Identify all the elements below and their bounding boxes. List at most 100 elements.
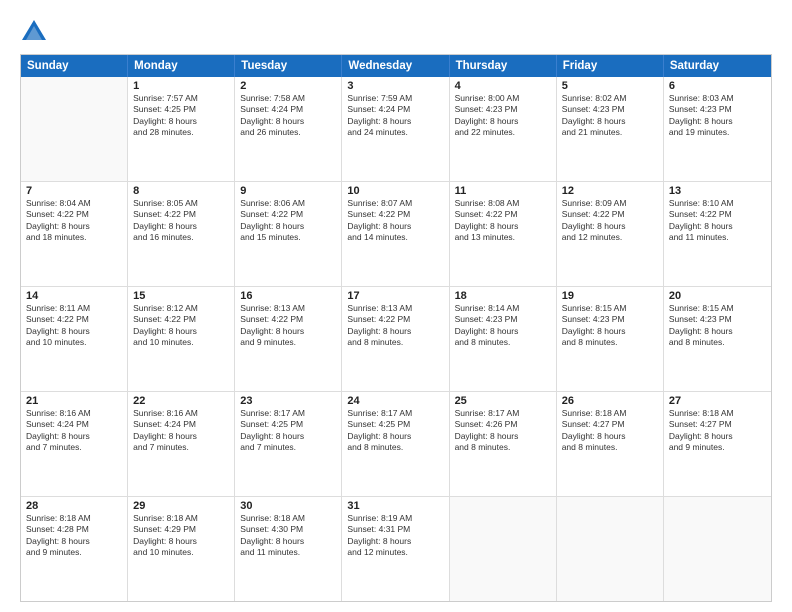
- day-info: Sunrise: 8:11 AMSunset: 4:22 PMDaylight:…: [26, 303, 122, 349]
- day-number: 6: [669, 80, 766, 92]
- calendar-row: 21Sunrise: 8:16 AMSunset: 4:24 PMDayligh…: [21, 391, 771, 496]
- header-cell-tuesday: Tuesday: [235, 55, 342, 77]
- calendar-cell: 31Sunrise: 8:19 AMSunset: 4:31 PMDayligh…: [342, 497, 449, 601]
- calendar-cell: 30Sunrise: 8:18 AMSunset: 4:30 PMDayligh…: [235, 497, 342, 601]
- calendar-cell: 11Sunrise: 8:08 AMSunset: 4:22 PMDayligh…: [450, 182, 557, 286]
- day-number: 14: [26, 290, 122, 302]
- day-info: Sunrise: 8:10 AMSunset: 4:22 PMDaylight:…: [669, 198, 766, 244]
- calendar-cell: 12Sunrise: 8:09 AMSunset: 4:22 PMDayligh…: [557, 182, 664, 286]
- header-cell-friday: Friday: [557, 55, 664, 77]
- header-cell-thursday: Thursday: [450, 55, 557, 77]
- calendar-cell: 22Sunrise: 8:16 AMSunset: 4:24 PMDayligh…: [128, 392, 235, 496]
- calendar-cell: 1Sunrise: 7:57 AMSunset: 4:25 PMDaylight…: [128, 77, 235, 181]
- logo: [20, 18, 51, 46]
- day-info: Sunrise: 8:00 AMSunset: 4:23 PMDaylight:…: [455, 93, 551, 139]
- day-number: 25: [455, 395, 551, 407]
- day-info: Sunrise: 8:18 AMSunset: 4:30 PMDaylight:…: [240, 513, 336, 559]
- calendar-cell: 7Sunrise: 8:04 AMSunset: 4:22 PMDaylight…: [21, 182, 128, 286]
- calendar-cell: [664, 497, 771, 601]
- day-info: Sunrise: 8:17 AMSunset: 4:26 PMDaylight:…: [455, 408, 551, 454]
- calendar-cell: [450, 497, 557, 601]
- header-cell-wednesday: Wednesday: [342, 55, 449, 77]
- day-number: 26: [562, 395, 658, 407]
- day-info: Sunrise: 8:14 AMSunset: 4:23 PMDaylight:…: [455, 303, 551, 349]
- day-number: 11: [455, 185, 551, 197]
- day-number: 23: [240, 395, 336, 407]
- day-number: 28: [26, 500, 122, 512]
- calendar-cell: 14Sunrise: 8:11 AMSunset: 4:22 PMDayligh…: [21, 287, 128, 391]
- calendar-cell: 2Sunrise: 7:58 AMSunset: 4:24 PMDaylight…: [235, 77, 342, 181]
- calendar-cell: 27Sunrise: 8:18 AMSunset: 4:27 PMDayligh…: [664, 392, 771, 496]
- day-number: 12: [562, 185, 658, 197]
- logo-icon: [20, 18, 48, 46]
- day-number: 18: [455, 290, 551, 302]
- day-info: Sunrise: 7:59 AMSunset: 4:24 PMDaylight:…: [347, 93, 443, 139]
- day-number: 5: [562, 80, 658, 92]
- calendar-cell: 21Sunrise: 8:16 AMSunset: 4:24 PMDayligh…: [21, 392, 128, 496]
- calendar-cell: 16Sunrise: 8:13 AMSunset: 4:22 PMDayligh…: [235, 287, 342, 391]
- day-info: Sunrise: 8:09 AMSunset: 4:22 PMDaylight:…: [562, 198, 658, 244]
- calendar-cell: 17Sunrise: 8:13 AMSunset: 4:22 PMDayligh…: [342, 287, 449, 391]
- day-number: 21: [26, 395, 122, 407]
- day-number: 13: [669, 185, 766, 197]
- calendar-cell: 6Sunrise: 8:03 AMSunset: 4:23 PMDaylight…: [664, 77, 771, 181]
- calendar-cell: 25Sunrise: 8:17 AMSunset: 4:26 PMDayligh…: [450, 392, 557, 496]
- header-cell-sunday: Sunday: [21, 55, 128, 77]
- day-number: 1: [133, 80, 229, 92]
- day-number: 20: [669, 290, 766, 302]
- calendar-cell: 23Sunrise: 8:17 AMSunset: 4:25 PMDayligh…: [235, 392, 342, 496]
- day-number: 10: [347, 185, 443, 197]
- day-info: Sunrise: 8:13 AMSunset: 4:22 PMDaylight:…: [347, 303, 443, 349]
- calendar-cell: 20Sunrise: 8:15 AMSunset: 4:23 PMDayligh…: [664, 287, 771, 391]
- header-cell-monday: Monday: [128, 55, 235, 77]
- day-number: 15: [133, 290, 229, 302]
- day-info: Sunrise: 8:05 AMSunset: 4:22 PMDaylight:…: [133, 198, 229, 244]
- day-number: 4: [455, 80, 551, 92]
- day-number: 9: [240, 185, 336, 197]
- day-info: Sunrise: 8:03 AMSunset: 4:23 PMDaylight:…: [669, 93, 766, 139]
- day-number: 8: [133, 185, 229, 197]
- calendar-cell: 29Sunrise: 8:18 AMSunset: 4:29 PMDayligh…: [128, 497, 235, 601]
- day-info: Sunrise: 8:17 AMSunset: 4:25 PMDaylight:…: [240, 408, 336, 454]
- calendar: SundayMondayTuesdayWednesdayThursdayFrid…: [20, 54, 772, 602]
- calendar-cell: 13Sunrise: 8:10 AMSunset: 4:22 PMDayligh…: [664, 182, 771, 286]
- calendar-cell: 4Sunrise: 8:00 AMSunset: 4:23 PMDaylight…: [450, 77, 557, 181]
- day-info: Sunrise: 8:16 AMSunset: 4:24 PMDaylight:…: [133, 408, 229, 454]
- day-number: 7: [26, 185, 122, 197]
- calendar-body: 1Sunrise: 7:57 AMSunset: 4:25 PMDaylight…: [21, 77, 771, 601]
- calendar-cell: 19Sunrise: 8:15 AMSunset: 4:23 PMDayligh…: [557, 287, 664, 391]
- day-info: Sunrise: 8:04 AMSunset: 4:22 PMDaylight:…: [26, 198, 122, 244]
- day-number: 31: [347, 500, 443, 512]
- day-info: Sunrise: 7:58 AMSunset: 4:24 PMDaylight:…: [240, 93, 336, 139]
- day-info: Sunrise: 8:07 AMSunset: 4:22 PMDaylight:…: [347, 198, 443, 244]
- day-number: 17: [347, 290, 443, 302]
- calendar-row: 28Sunrise: 8:18 AMSunset: 4:28 PMDayligh…: [21, 496, 771, 601]
- day-info: Sunrise: 8:18 AMSunset: 4:27 PMDaylight:…: [669, 408, 766, 454]
- calendar-cell: 5Sunrise: 8:02 AMSunset: 4:23 PMDaylight…: [557, 77, 664, 181]
- header-cell-saturday: Saturday: [664, 55, 771, 77]
- calendar-cell: 28Sunrise: 8:18 AMSunset: 4:28 PMDayligh…: [21, 497, 128, 601]
- day-info: Sunrise: 8:15 AMSunset: 4:23 PMDaylight:…: [669, 303, 766, 349]
- calendar-cell: [21, 77, 128, 181]
- day-info: Sunrise: 8:12 AMSunset: 4:22 PMDaylight:…: [133, 303, 229, 349]
- day-number: 27: [669, 395, 766, 407]
- day-number: 3: [347, 80, 443, 92]
- day-number: 2: [240, 80, 336, 92]
- day-info: Sunrise: 8:18 AMSunset: 4:27 PMDaylight:…: [562, 408, 658, 454]
- day-number: 16: [240, 290, 336, 302]
- day-number: 29: [133, 500, 229, 512]
- calendar-cell: 10Sunrise: 8:07 AMSunset: 4:22 PMDayligh…: [342, 182, 449, 286]
- day-info: Sunrise: 8:08 AMSunset: 4:22 PMDaylight:…: [455, 198, 551, 244]
- day-info: Sunrise: 8:18 AMSunset: 4:29 PMDaylight:…: [133, 513, 229, 559]
- day-info: Sunrise: 8:16 AMSunset: 4:24 PMDaylight:…: [26, 408, 122, 454]
- calendar-cell: 15Sunrise: 8:12 AMSunset: 4:22 PMDayligh…: [128, 287, 235, 391]
- calendar-header: SundayMondayTuesdayWednesdayThursdayFrid…: [21, 55, 771, 77]
- calendar-row: 1Sunrise: 7:57 AMSunset: 4:25 PMDaylight…: [21, 77, 771, 181]
- calendar-cell: 3Sunrise: 7:59 AMSunset: 4:24 PMDaylight…: [342, 77, 449, 181]
- calendar-cell: 9Sunrise: 8:06 AMSunset: 4:22 PMDaylight…: [235, 182, 342, 286]
- day-info: Sunrise: 7:57 AMSunset: 4:25 PMDaylight:…: [133, 93, 229, 139]
- page: SundayMondayTuesdayWednesdayThursdayFrid…: [0, 0, 792, 612]
- day-info: Sunrise: 8:13 AMSunset: 4:22 PMDaylight:…: [240, 303, 336, 349]
- day-number: 22: [133, 395, 229, 407]
- calendar-cell: 24Sunrise: 8:17 AMSunset: 4:25 PMDayligh…: [342, 392, 449, 496]
